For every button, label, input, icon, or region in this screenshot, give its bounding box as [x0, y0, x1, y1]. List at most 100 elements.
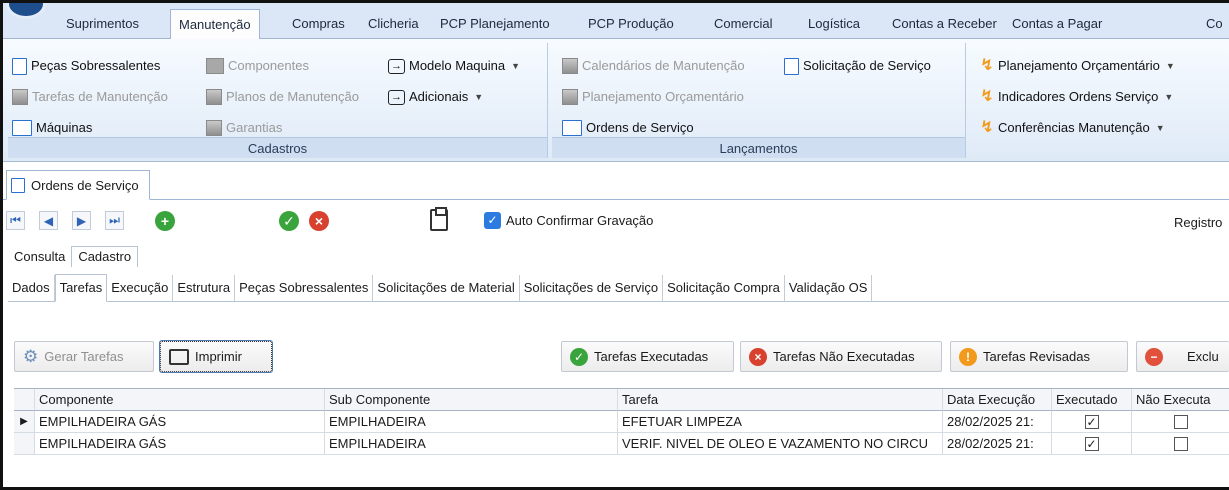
- tab-estrutura[interactable]: Estrutura: [173, 275, 236, 301]
- btn-ordens-servico[interactable]: Ordens de Serviço: [562, 117, 694, 139]
- gerar-tarefas-button[interactable]: ⚙ Gerar Tarefas: [14, 341, 154, 372]
- btn-conferencias-manutencao[interactable]: ↯ Conferências Manutenção ▼: [980, 117, 1164, 139]
- table-row[interactable]: EMPILHADEIRA GÁS EMPILHADEIRA VERIF. NIV…: [14, 433, 1229, 455]
- cancel-button[interactable]: ×: [309, 211, 329, 231]
- tarefas-revisadas-button[interactable]: ! Tarefas Revisadas: [950, 341, 1128, 372]
- section-tabs: Dados Tarefas Execução Estrutura Peças S…: [8, 272, 1229, 302]
- tab-manutencao[interactable]: Manutenção: [170, 9, 260, 40]
- cell-tarefa[interactable]: EFETUAR LIMPEZA: [618, 411, 943, 433]
- previous-record-button[interactable]: ◀: [39, 211, 58, 230]
- excluir-button[interactable]: − Exclu: [1136, 341, 1229, 372]
- doc-tab-label: Ordens de Serviço: [31, 177, 139, 193]
- tab-solicitacoes-material[interactable]: Solicitações de Material: [373, 275, 520, 301]
- window-icon: [12, 120, 32, 136]
- col-data-execucao[interactable]: Data Execução: [943, 389, 1052, 411]
- tasks-icon: [12, 89, 28, 105]
- cell-nao-executado[interactable]: [1132, 411, 1229, 433]
- btn-label: Exclu: [1187, 349, 1219, 364]
- tab-suprimentos[interactable]: Suprimentos: [58, 11, 147, 39]
- btn-indicadores-ordens-servico[interactable]: ↯ Indicadores Ordens Serviço ▼: [980, 86, 1173, 108]
- btn-adicionais[interactable]: → Adicionais ▼: [388, 86, 483, 108]
- cell-componente[interactable]: EMPILHADEIRA GÁS: [35, 411, 325, 433]
- row-indicator: [14, 433, 35, 455]
- tab-solicitacao-compra[interactable]: Solicitação Compra: [663, 275, 785, 301]
- btn-calendarios-manutencao[interactable]: Calendários de Manutenção: [562, 55, 745, 77]
- tab-solicitacoes-servico[interactable]: Solicitações de Serviço: [520, 275, 664, 301]
- tasks-grid: Componente Sub Componente Tarefa Data Ex…: [14, 388, 1229, 455]
- cell-executado[interactable]: ✓: [1052, 411, 1132, 433]
- doc-tab-ordens-servico[interactable]: Ordens de Serviço: [6, 170, 150, 200]
- group-lancamentos: Calendários de Manutenção Solicitação de…: [552, 43, 966, 158]
- tab-clicheria[interactable]: Clicheria: [360, 11, 427, 39]
- minus-circle-icon: −: [1145, 347, 1163, 366]
- first-icon: ⏮: [10, 213, 21, 227]
- btn-solicitacao-servico[interactable]: Solicitação de Serviço: [784, 55, 931, 77]
- btn-label: Tarefas de Manutenção: [32, 89, 168, 104]
- checkbox-unchecked[interactable]: [1173, 436, 1188, 451]
- next-record-button[interactable]: ▶: [72, 211, 91, 230]
- tab-dados[interactable]: Dados: [8, 275, 55, 301]
- tab-contas-receber[interactable]: Contas a Receber: [884, 11, 1005, 39]
- tab-execucao[interactable]: Execução: [107, 275, 174, 301]
- tab-more[interactable]: Co: [1198, 11, 1229, 39]
- cell-sub-componente[interactable]: EMPILHADEIRA: [325, 411, 618, 433]
- last-record-button[interactable]: ⏭: [105, 211, 124, 230]
- tab-cadastro[interactable]: Cadastro: [71, 246, 139, 267]
- tab-tarefas[interactable]: Tarefas: [54, 274, 108, 302]
- btn-pecas-sobressalentes[interactable]: Peças Sobressalentes: [12, 55, 160, 77]
- checkbox-checked-icon: ✓: [484, 212, 501, 229]
- group-label-lancamentos: Lançamentos: [552, 137, 965, 158]
- cell-data-execucao[interactable]: 28/02/2025 21:: [943, 411, 1052, 433]
- tab-comercial[interactable]: Comercial: [706, 11, 781, 39]
- col-tarefa[interactable]: Tarefa: [618, 389, 943, 411]
- x-circle-icon: ×: [749, 347, 767, 366]
- cell-sub-componente[interactable]: EMPILHADEIRA: [325, 433, 618, 455]
- checkbox-unchecked[interactable]: [1173, 414, 1188, 429]
- tab-consulta[interactable]: Consulta: [8, 247, 71, 267]
- dropdown-caret-icon: ▼: [511, 61, 521, 71]
- imprimir-button[interactable]: Imprimir: [159, 340, 273, 373]
- cell-data-execucao[interactable]: 28/02/2025 21:: [943, 433, 1052, 455]
- col-nao-executado[interactable]: Não Executa: [1132, 389, 1229, 411]
- first-record-button[interactable]: ⏮: [6, 211, 25, 230]
- btn-modelo-maquina[interactable]: → Modelo Maquina ▼: [388, 55, 520, 77]
- btn-planejamento-orcamentario[interactable]: Planejamento Orçamentário: [562, 86, 744, 108]
- tarefas-executadas-button[interactable]: ✓ Tarefas Executadas: [561, 341, 734, 372]
- cell-tarefa[interactable]: VERIF. NIVEL DE OLEO E VAZAMENTO NO CIRC…: [618, 433, 943, 455]
- col-executado[interactable]: Executado: [1052, 389, 1132, 411]
- tab-contas-pagar[interactable]: Contas a Pagar: [1004, 11, 1110, 39]
- confirm-button[interactable]: ✓: [279, 211, 299, 231]
- cell-componente[interactable]: EMPILHADEIRA GÁS: [35, 433, 325, 455]
- tab-logistica[interactable]: Logística: [800, 11, 868, 39]
- app-menu-orb[interactable]: [6, 0, 46, 19]
- clipboard-icon[interactable]: [430, 207, 448, 231]
- enter-arrow-icon: →: [388, 89, 405, 105]
- tab-compras[interactable]: Compras: [284, 11, 353, 39]
- components-icon: [206, 58, 224, 74]
- cell-executado[interactable]: ✓: [1052, 433, 1132, 455]
- btn-planos-manutencao[interactable]: Planos de Manutenção: [206, 86, 359, 108]
- tab-pecas-sobressalentes[interactable]: Peças Sobressalentes: [235, 275, 374, 301]
- btn-label: Planejamento Orçamentário: [998, 58, 1160, 73]
- auto-confirm-label: Auto Confirmar Gravação: [506, 213, 654, 228]
- col-componente[interactable]: Componente: [35, 389, 325, 411]
- tab-validacao-os[interactable]: Validação OS: [785, 275, 873, 301]
- dropdown-caret-icon: ▼: [1165, 61, 1175, 71]
- btn-rel-planejamento-orcamentario[interactable]: ↯ Planejamento Orçamentário ▼: [980, 55, 1175, 77]
- col-sub-componente[interactable]: Sub Componente: [325, 389, 618, 411]
- btn-componentes[interactable]: Componentes: [206, 55, 309, 77]
- cell-nao-executado[interactable]: [1132, 433, 1229, 455]
- auto-confirm-checkbox[interactable]: ✓ Auto Confirmar Gravação: [484, 212, 653, 229]
- tab-pcp-producao[interactable]: PCP Produção: [580, 11, 682, 39]
- budget-icon: [562, 89, 578, 105]
- dropdown-caret-icon: ▼: [1164, 92, 1174, 102]
- tab-pcp-planejamento[interactable]: PCP Planejamento: [432, 11, 558, 39]
- table-row[interactable]: ▶ EMPILHADEIRA GÁS EMPILHADEIRA EFETUAR …: [14, 411, 1229, 433]
- tarefas-nao-executadas-button[interactable]: × Tarefas Não Executadas: [740, 341, 942, 372]
- btn-maquinas[interactable]: Máquinas: [12, 117, 92, 139]
- checkbox-checked[interactable]: ✓: [1084, 436, 1099, 451]
- add-record-button[interactable]: +: [155, 211, 175, 231]
- btn-tarefas-manutencao[interactable]: Tarefas de Manutenção: [12, 86, 168, 108]
- btn-garantias[interactable]: Garantias: [206, 117, 282, 139]
- checkbox-checked[interactable]: ✓: [1084, 414, 1099, 429]
